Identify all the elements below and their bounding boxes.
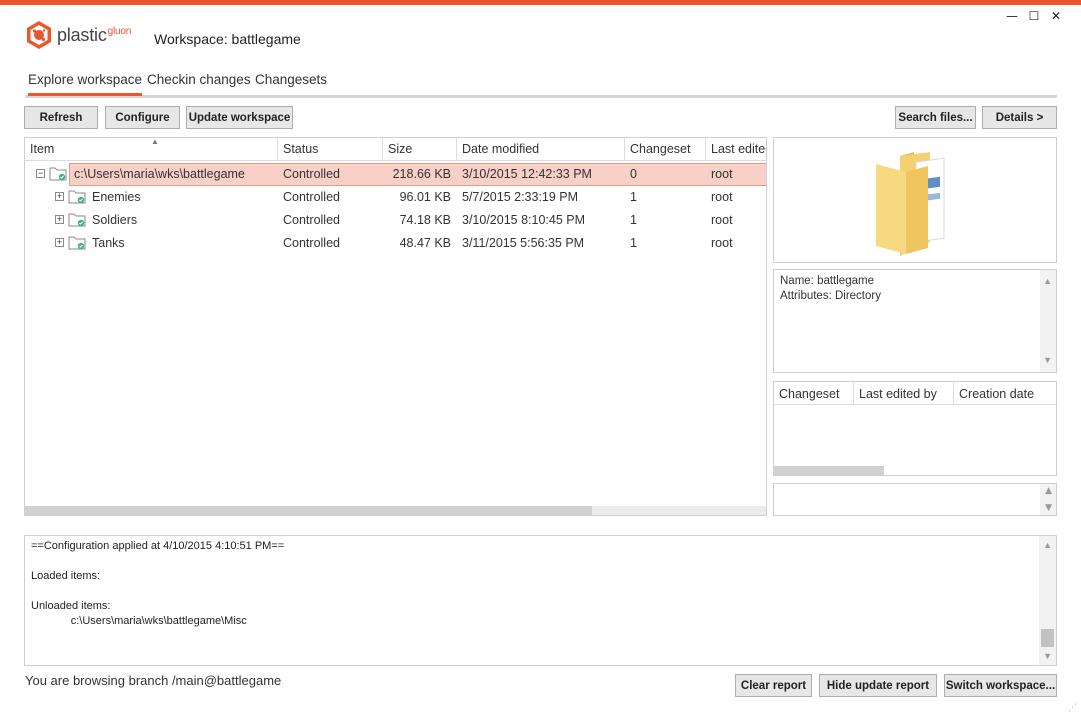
app-logo: plasticgluon [25, 20, 131, 50]
properties-panel: Name: battlegame Attributes: Directory ▲… [773, 269, 1057, 373]
scroll-down-icon[interactable]: ▼ [1045, 503, 1052, 513]
row-size: 74.18 KB [399, 213, 451, 227]
report-line: Unloaded items: [31, 600, 111, 612]
report-line [31, 555, 1050, 570]
row-name: Soldiers [92, 213, 138, 227]
hide-update-report-button[interactable]: Hide update report [819, 674, 937, 697]
logo-sup: gluon [107, 25, 132, 37]
switch-workspace-button[interactable]: Switch workspace... [944, 674, 1057, 697]
plastic-logo-icon [27, 21, 51, 49]
row-last-edited: root [711, 213, 733, 227]
folder-controlled-icon [68, 236, 86, 250]
close-button[interactable]: ✕ [1045, 8, 1067, 24]
row-status: Controlled [283, 213, 340, 227]
row-last-edited: root [711, 190, 733, 204]
column-changeset[interactable]: Changeset [625, 138, 706, 161]
row-size: 218.66 KB [392, 167, 451, 181]
maximize-button[interactable]: ☐ [1023, 8, 1045, 24]
preview-panel [773, 137, 1057, 263]
logo-text: plasticgluon [57, 24, 132, 45]
column-date-modified[interactable]: Date modified [457, 138, 625, 161]
minimize-button[interactable]: — [1001, 8, 1023, 24]
scrollbar-thumb[interactable] [1041, 629, 1054, 647]
expand-icon[interactable]: + [55, 215, 64, 224]
folder-controlled-icon [49, 167, 67, 181]
row-changeset: 1 [630, 190, 637, 204]
table-row[interactable]: − c:\Users\maria\wks\battlegame Controll… [25, 163, 766, 186]
update-report: ==Configuration applied at 4/10/2015 4:1… [24, 535, 1057, 666]
table-row[interactable]: + Tanks Controlled 48.47 KB 3/11/2015 5:… [25, 232, 766, 255]
property-attributes: Attributes: Directory [780, 290, 881, 302]
row-status: Controlled [283, 236, 340, 250]
report-line: ==Configuration applied at 4/10/2015 4:1… [31, 540, 285, 552]
property-name: Name: battlegame [780, 275, 874, 287]
row-name: Tanks [92, 236, 125, 250]
update-workspace-button[interactable]: Update workspace [186, 106, 293, 129]
column-size[interactable]: Size [383, 138, 457, 161]
workspace-grid[interactable]: Item ▲ Status Size Date modified Changese… [24, 137, 767, 516]
tab-checkin-changes[interactable]: Checkin changes [147, 72, 251, 93]
column-status[interactable]: Status [278, 138, 383, 161]
window-controls: — ☐ ✕ [1001, 8, 1067, 24]
row-changeset: 1 [630, 236, 637, 250]
tab-changesets[interactable]: Changesets [255, 72, 327, 93]
expand-icon[interactable]: + [55, 238, 64, 247]
report-vertical-scrollbar[interactable]: ▲ ▼ [1039, 536, 1056, 665]
workspace-title: Workspace: battlegame [154, 31, 301, 47]
folder-controlled-icon [68, 213, 86, 227]
row-last-edited: root [711, 167, 733, 181]
expand-icon[interactable]: + [55, 192, 64, 201]
row-date: 3/10/2015 8:10:45 PM [462, 213, 586, 227]
grid-horizontal-scrollbar[interactable] [25, 506, 766, 515]
main-tabs: Explore workspace Checkin changes Change… [25, 72, 1057, 98]
accent-bar [0, 0, 1081, 5]
comment-vertical-scrollbar[interactable]: ▲ ▼ [1040, 484, 1056, 515]
table-row[interactable]: + Enemies Controlled 96.01 KB 5/7/2015 2… [25, 186, 766, 209]
column-last-edited[interactable]: Last edited [706, 138, 766, 161]
history-column-creation-date[interactable]: Creation date [954, 382, 1058, 405]
history-scrollbar-thumb[interactable] [774, 466, 884, 475]
row-status: Controlled [283, 167, 340, 181]
history-column-changeset[interactable]: Changeset [774, 382, 854, 405]
scrollbar-thumb[interactable] [25, 506, 592, 515]
scroll-up-icon[interactable]: ▲ [1043, 540, 1052, 550]
row-size: 96.01 KB [399, 190, 451, 204]
row-date: 3/11/2015 5:56:35 PM [462, 236, 585, 250]
collapse-icon[interactable]: − [36, 169, 45, 178]
properties-vertical-scrollbar[interactable]: ▲ ▼ [1040, 270, 1056, 372]
history-column-last-edited-by[interactable]: Last edited by [854, 382, 954, 405]
folder-preview-icon [876, 152, 945, 256]
report-line [31, 585, 1050, 600]
comment-panel[interactable]: ▲ ▼ [773, 483, 1057, 516]
column-item[interactable]: Item ▲ [25, 138, 278, 161]
history-panel: Changeset Last edited by Creation date [773, 381, 1058, 476]
row-name: c:\Users\maria\wks\battlegame [74, 167, 245, 181]
scroll-down-icon[interactable]: ▼ [1043, 353, 1052, 368]
grid-header: Item ▲ Status Size Date modified Changese… [25, 138, 766, 161]
table-row[interactable]: + Soldiers Controlled 74.18 KB 3/10/2015… [25, 209, 766, 232]
resize-grip-icon[interactable]: ⋰ [1068, 703, 1077, 713]
row-size: 48.47 KB [399, 236, 451, 250]
scroll-down-icon[interactable]: ▼ [1043, 651, 1052, 661]
branch-status: You are browsing branch /main@battlegame [25, 673, 282, 688]
folder-controlled-icon [68, 190, 86, 204]
tab-explore-workspace[interactable]: Explore workspace [28, 72, 143, 96]
report-line: Loaded items: [31, 570, 101, 582]
scroll-up-icon[interactable]: ▲ [1045, 486, 1052, 496]
clear-report-button[interactable]: Clear report [735, 674, 812, 697]
refresh-button[interactable]: Refresh [24, 106, 98, 129]
sort-ascending-icon: ▲ [151, 138, 159, 146]
row-date: 3/10/2015 12:42:33 PM [462, 167, 592, 181]
row-name: Enemies [92, 190, 141, 204]
row-changeset: 1 [630, 213, 637, 227]
row-last-edited: root [711, 236, 733, 250]
report-line: c:\Users\maria\wks\battlegame\Misc [31, 615, 247, 627]
search-files-button[interactable]: Search files... [895, 106, 976, 129]
scroll-up-icon[interactable]: ▲ [1043, 274, 1052, 289]
details-button[interactable]: Details > [982, 106, 1057, 129]
row-status: Controlled [283, 190, 340, 204]
configure-button[interactable]: Configure [105, 106, 180, 129]
row-date: 5/7/2015 2:33:19 PM [462, 190, 579, 204]
row-changeset: 0 [630, 167, 637, 181]
